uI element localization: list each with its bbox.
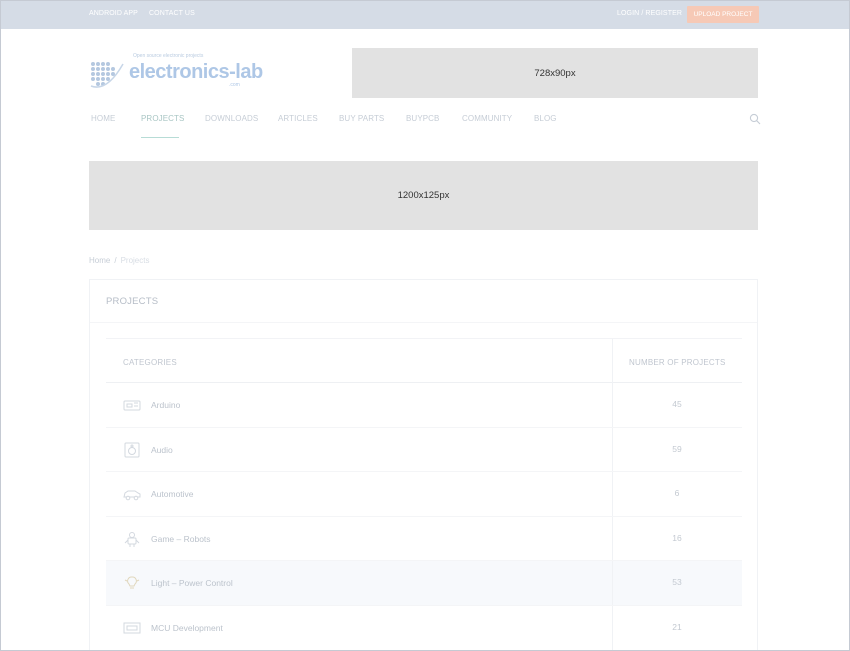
project-count: 53 bbox=[672, 577, 682, 588]
category-name[interactable]: Game – Robots bbox=[151, 534, 211, 544]
android-app-link[interactable]: ANDROID APP bbox=[89, 10, 138, 17]
project-count: 45 bbox=[672, 399, 682, 409]
logo-wordmark: electronics-lab bbox=[129, 61, 263, 83]
car-icon bbox=[123, 490, 141, 501]
table-row[interactable]: Light – Power Control 53 bbox=[106, 561, 742, 606]
categories-table: CATEGORIES NUMBER OF PROJECTS Arduino 45… bbox=[106, 338, 742, 651]
projects-card: PROJECTS CATEGORIES NUMBER OF PROJECTS A… bbox=[89, 279, 758, 651]
table-row[interactable]: Automotive 6 bbox=[106, 472, 742, 517]
breadcrumb-separator: / bbox=[114, 256, 117, 265]
contact-us-link[interactable]: CONTACT US bbox=[149, 10, 195, 17]
search-icon[interactable] bbox=[749, 113, 761, 125]
site-logo[interactable]: Open source electronic projects electron… bbox=[89, 52, 263, 92]
table-row[interactable]: MCU Development 21 bbox=[106, 605, 742, 651]
table-header: CATEGORIES NUMBER OF PROJECTS bbox=[106, 338, 742, 383]
category-name[interactable]: MCU Development bbox=[151, 623, 223, 633]
project-count: 6 bbox=[674, 488, 680, 499]
nav-item-downloads[interactable]: DOWNLOADS bbox=[205, 114, 258, 123]
light-bulb-icon bbox=[124, 576, 140, 589]
nav-active-indicator bbox=[141, 137, 179, 138]
nav-item-blog[interactable]: BLOG bbox=[534, 114, 557, 123]
arduino-board-icon bbox=[123, 400, 141, 411]
logo-suffix: .com bbox=[229, 82, 240, 88]
chip-icon bbox=[123, 622, 141, 634]
nav-item-articles[interactable]: ARTICLES bbox=[278, 114, 318, 123]
category-name[interactable]: Light – Power Control bbox=[151, 578, 233, 588]
logo-dots-icon bbox=[90, 62, 124, 88]
category-name[interactable]: Arduino bbox=[151, 400, 180, 410]
column-header-count[interactable]: NUMBER OF PROJECTS bbox=[629, 358, 726, 367]
project-count: 21 bbox=[672, 621, 682, 632]
main-nav: HOME PROJECTS DOWNLOADS ARTICLES BUY PAR… bbox=[0, 113, 850, 140]
wide-ad-banner[interactable]: 1200x125px bbox=[89, 161, 758, 230]
robot-icon bbox=[124, 531, 140, 547]
project-count: 59 bbox=[672, 443, 682, 454]
breadcrumb-current: Projects bbox=[120, 256, 150, 265]
nav-item-projects[interactable]: PROJECTS bbox=[141, 114, 184, 123]
table-row[interactable]: Arduino 45 bbox=[106, 383, 742, 428]
title-divider bbox=[90, 322, 757, 323]
nav-item-buypcb[interactable]: BUYPCB bbox=[406, 114, 440, 123]
breadcrumb: Home / Projects bbox=[89, 256, 149, 265]
nav-item-home[interactable]: HOME bbox=[91, 114, 115, 123]
logo-tagline: Open source electronic projects bbox=[133, 53, 204, 59]
category-name[interactable]: Automotive bbox=[151, 489, 194, 499]
login-register-link[interactable]: LOGIN / REGISTER bbox=[617, 10, 682, 17]
top-ad-size-label: 728x90px bbox=[534, 67, 576, 79]
speaker-icon bbox=[124, 442, 140, 458]
top-bar: ANDROID APP CONTACT US LOGIN / REGISTER … bbox=[0, 0, 850, 29]
projects-title: PROJECTS bbox=[106, 296, 159, 307]
top-ad-banner[interactable]: 728x90px bbox=[352, 48, 758, 98]
column-divider bbox=[612, 339, 613, 383]
column-header-categories[interactable]: CATEGORIES bbox=[123, 358, 177, 367]
project-count: 16 bbox=[672, 532, 682, 543]
breadcrumb-home[interactable]: Home bbox=[89, 256, 110, 265]
nav-item-buy-parts[interactable]: BUY PARTS bbox=[339, 114, 384, 123]
upload-project-button[interactable]: UPLOAD PROJECT bbox=[687, 6, 759, 23]
nav-item-community[interactable]: COMMUNITY bbox=[462, 114, 512, 123]
table-row[interactable]: Audio 59 bbox=[106, 427, 742, 473]
table-row[interactable]: Game – Robots 16 bbox=[106, 516, 742, 562]
category-name[interactable]: Audio bbox=[151, 445, 173, 455]
wide-ad-size-label: 1200x125px bbox=[397, 190, 450, 201]
